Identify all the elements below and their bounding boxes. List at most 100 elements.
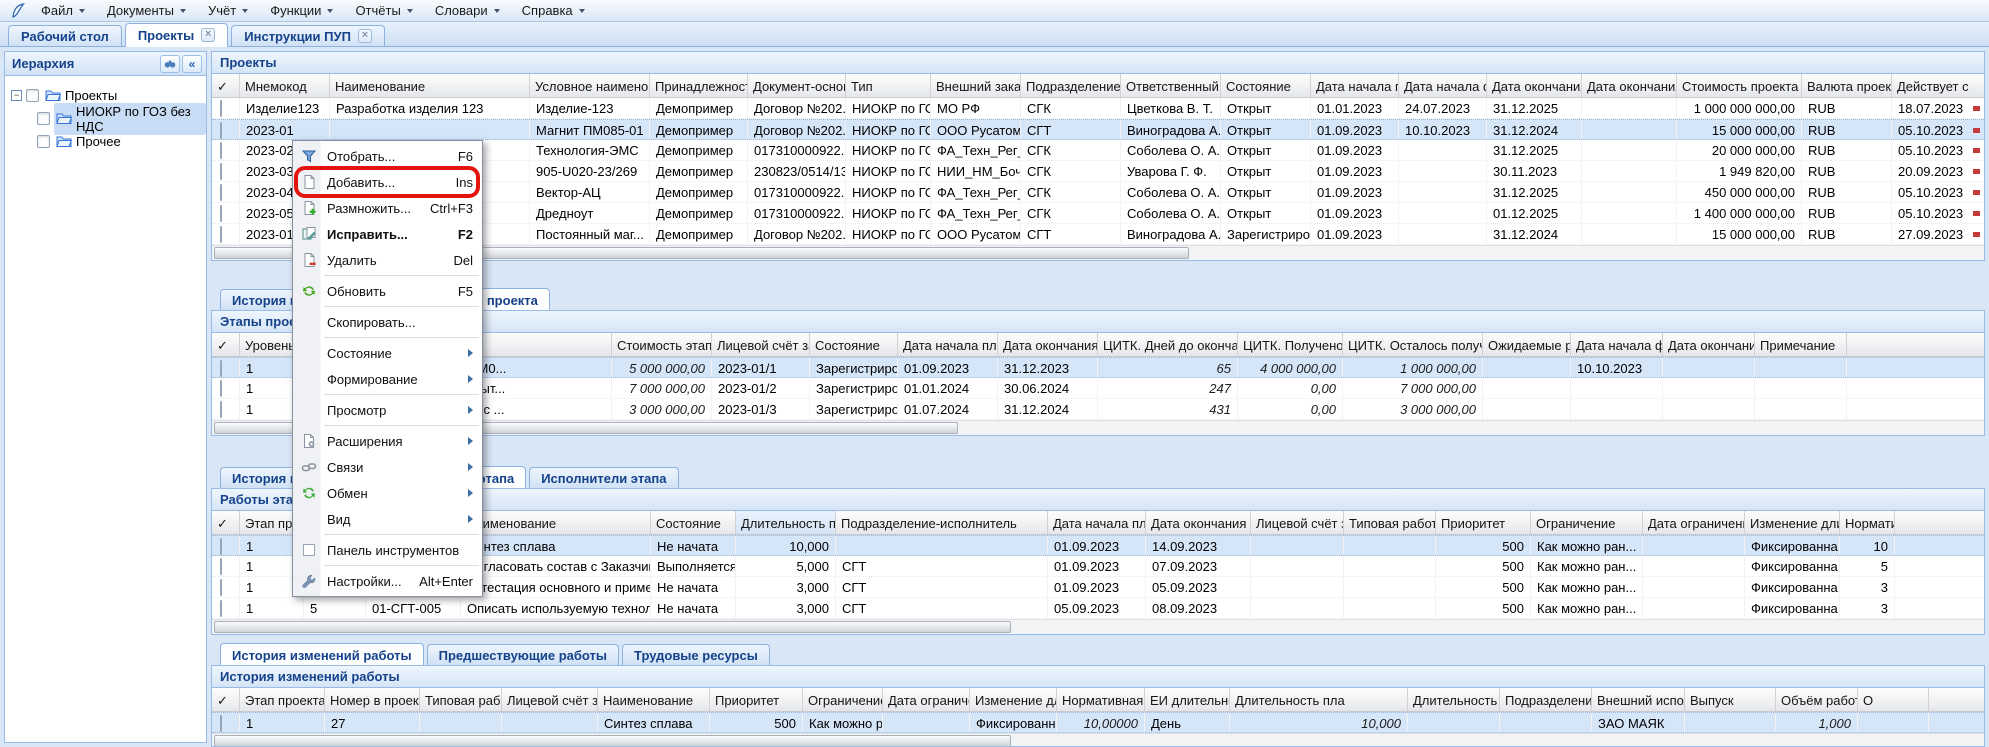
table-row[interactable]: 1501-СГТ-005Описать используемую техноло… [212, 598, 1984, 619]
column-header[interactable]: Объём работы пла [1776, 688, 1858, 711]
row-checkbox[interactable] [220, 715, 222, 732]
context-menu-item[interactable]: Расширения [293, 428, 482, 454]
row-checkbox[interactable] [220, 122, 222, 139]
context-menu-item[interactable]: Уд​алитьDel [293, 247, 482, 273]
context-menu-item[interactable]: Скопировать... [293, 309, 482, 335]
row-checkbox[interactable] [220, 558, 222, 575]
context-menu-item-highlighted[interactable]: Добавить...Ins [293, 169, 482, 195]
column-header[interactable]: Ожидаемые резул [1483, 333, 1571, 356]
column-header[interactable]: Дата начала план. [1048, 511, 1146, 534]
column-header[interactable]: Изменение длител [970, 688, 1057, 711]
column-header[interactable]: Приоритет [710, 688, 803, 711]
menubar-item[interactable]: Справка [511, 1, 596, 20]
column-header[interactable]: Примечание [1755, 333, 1847, 356]
column-header[interactable]: Длительность фак [1408, 688, 1500, 711]
context-menu-item[interactable]: Просмотр [293, 397, 482, 423]
column-header[interactable]: Приоритет [1436, 511, 1531, 534]
column-header[interactable]: Тип [846, 74, 931, 97]
column-header[interactable]: Изменение длител [1745, 511, 1840, 534]
tree-node[interactable]: НИОКР по ГОЗ без НДС [11, 107, 206, 130]
column-header[interactable]: Ответственный [1121, 74, 1221, 97]
menubar-item[interactable]: Отчёты [344, 1, 423, 20]
menubar-item[interactable]: Функции [259, 1, 344, 20]
column-header[interactable]: Дата ограничения [1643, 511, 1745, 534]
context-menu-item[interactable]: Размножить...Ctrl+F3 [293, 195, 482, 221]
row-checkbox[interactable] [220, 360, 222, 377]
column-header[interactable]: Дата ограничения [883, 688, 970, 711]
row-checkbox[interactable] [220, 142, 222, 159]
column-header[interactable]: Дата начала факт [1571, 333, 1663, 356]
column-header[interactable]: Дата начала факт. [1399, 74, 1487, 97]
column-header[interactable]: Стоимость проекта [1677, 74, 1802, 97]
column-header[interactable]: Лицевой счёт затр [502, 688, 598, 711]
column-header[interactable]: Дата окончания ф [1663, 333, 1755, 356]
column-header[interactable]: Внешний исполни [1592, 688, 1685, 711]
menubar-item[interactable]: Учёт [197, 1, 259, 20]
row-checkbox[interactable] [220, 184, 222, 201]
column-header[interactable]: Выпуск [1685, 688, 1776, 711]
row-checkbox[interactable] [220, 163, 222, 180]
tab-work-history[interactable]: История изменений работы [220, 643, 424, 666]
column-header[interactable]: Действует с [1892, 74, 1984, 97]
works-hscrollbar[interactable] [212, 619, 1984, 634]
column-header[interactable]: Наименование [598, 688, 710, 711]
menubar-item[interactable]: Словари [424, 1, 511, 20]
scrollbar-thumb[interactable] [214, 735, 1011, 747]
column-header[interactable]: Подразделение-ис [1500, 688, 1592, 711]
table-row[interactable]: 127Синтез сплава500Как можно ран...Фикси… [212, 712, 1984, 733]
row-checkbox[interactable] [220, 380, 222, 397]
column-header[interactable]: Лицевой счёт затрат. [712, 333, 810, 356]
tree-checkbox[interactable] [37, 135, 50, 148]
column-header[interactable]: Ограничение [803, 688, 883, 711]
column-header[interactable]: Состояние [1221, 74, 1311, 97]
context-menu-item[interactable]: Связи [293, 454, 482, 480]
column-header[interactable]: Дата начала план [898, 333, 998, 356]
work-history-hscrollbar[interactable] [212, 733, 1984, 747]
column-header[interactable]: Стоимость этапа [612, 333, 712, 356]
column-header[interactable]: Принадлежность [650, 74, 748, 97]
column-header[interactable]: Условное наименова [530, 74, 650, 97]
context-menu-item[interactable]: Настройки...Alt+Enter [293, 568, 482, 594]
tab-work-history[interactable]: Предшествующие работы [427, 644, 619, 665]
table-row[interactable]: 2023-01Магнит ПМ085-01ДемопримерДоговор … [212, 119, 1984, 140]
column-header[interactable]: Нормативная длит [1057, 688, 1145, 711]
column-header[interactable]: Мнемокод [240, 74, 330, 97]
column-header[interactable]: ✓ [212, 333, 240, 356]
menubar-item[interactable]: Документы [96, 1, 197, 20]
column-header[interactable]: Документ-основан [748, 74, 846, 97]
column-header[interactable]: Подразделение-исполнитель [836, 511, 1048, 534]
collapse-icon[interactable]: « [182, 55, 202, 73]
binoculars-icon[interactable] [160, 55, 180, 73]
column-header[interactable]: Дата окончания пл [1487, 74, 1582, 97]
window-tab[interactable]: Рабочий стол [8, 25, 122, 46]
column-header[interactable]: Ограничение [1531, 511, 1643, 534]
tree-checkbox[interactable] [26, 89, 39, 102]
context-menu-item[interactable]: ОбновитьF5 [293, 278, 482, 304]
column-header[interactable]: ✓ [212, 688, 240, 711]
column-header[interactable]: Лицевой счёт затр [1251, 511, 1344, 534]
column-header[interactable]: Длительность пла [1230, 688, 1408, 711]
row-checkbox[interactable] [220, 226, 222, 243]
column-header[interactable]: Типовая работа [420, 688, 502, 711]
tree-collapse-toggle[interactable] [11, 90, 22, 101]
column-header[interactable]: Дата окончания ф [1582, 74, 1677, 97]
context-menu-item[interactable]: Состояние [293, 340, 482, 366]
column-header[interactable]: ЦИТК. Дней до окончания [1098, 333, 1238, 356]
row-checkbox[interactable] [220, 600, 222, 617]
column-header[interactable]: О [1858, 688, 1929, 711]
row-checkbox[interactable] [220, 579, 222, 596]
window-tab[interactable]: Проекты [125, 23, 228, 47]
window-tab[interactable]: Инструкции ПУП [231, 25, 385, 46]
column-header[interactable]: Подразделение-от [1021, 74, 1121, 97]
scrollbar-thumb[interactable] [214, 621, 1011, 633]
context-menu-item[interactable]: Панель инструментов [293, 537, 482, 563]
column-header[interactable]: Наименование [330, 74, 530, 97]
column-header[interactable]: Дата окончания план [1146, 511, 1251, 534]
column-header[interactable]: Длительность план [736, 511, 836, 534]
column-header[interactable]: Состояние [810, 333, 898, 356]
column-header[interactable]: Дата начала план. [1311, 74, 1399, 97]
column-header[interactable]: Этап проекта [240, 688, 325, 711]
column-header[interactable]: Нормативная длит [1840, 511, 1895, 534]
column-header[interactable]: Дата окончания план [998, 333, 1098, 356]
column-header[interactable]: Номер в проекте [325, 688, 420, 711]
